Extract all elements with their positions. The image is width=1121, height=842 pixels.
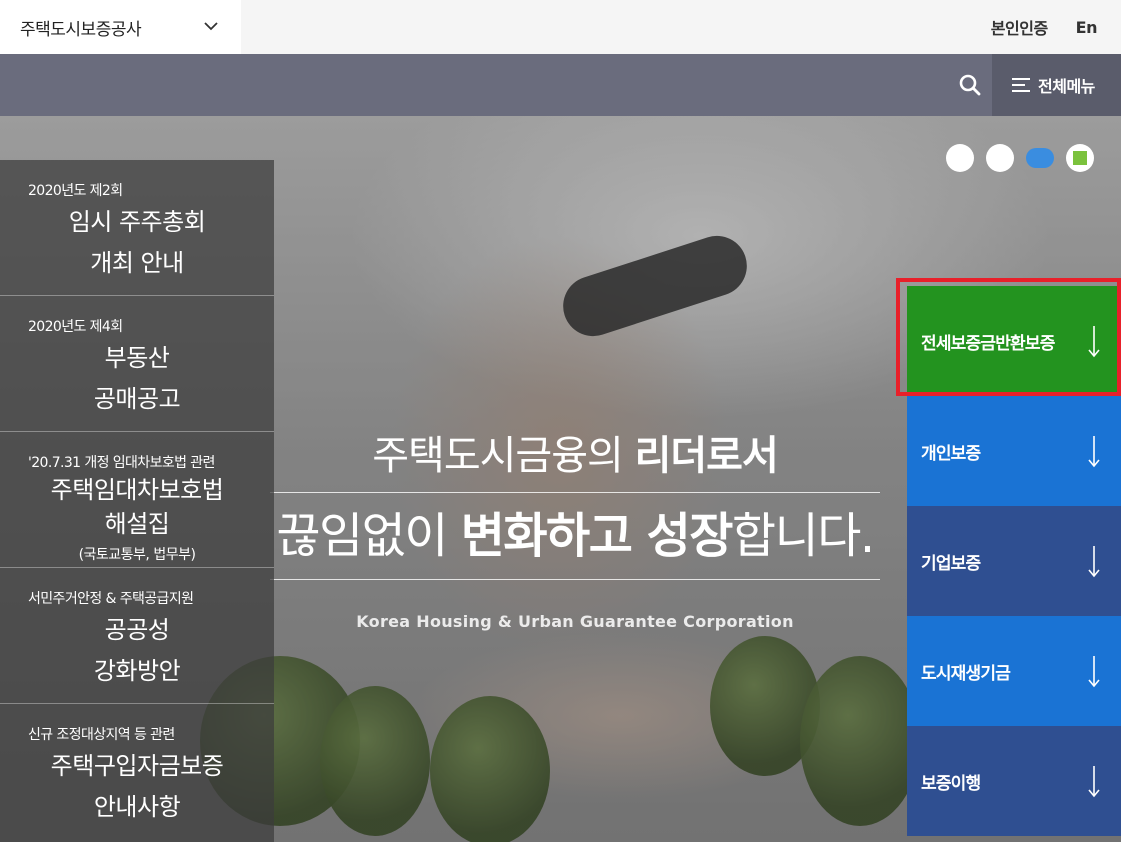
slogan-line-1-bold: 리더로서 xyxy=(634,433,779,479)
notice-kicker: 2020년도 제2회 xyxy=(28,183,123,199)
hero-subtitle: Korea Housing & Urban Guarantee Corporat… xyxy=(356,612,794,631)
stop-icon xyxy=(1073,151,1087,165)
all-menu-label: 전체메뉴 xyxy=(1038,77,1095,96)
quick-menu-label: 보증이행 xyxy=(921,773,981,794)
notice-title-line: 공공성 xyxy=(104,616,170,644)
slogan-line-2: 끊임없이 변화하고 성장합니다. xyxy=(270,501,880,571)
english-link[interactable]: En xyxy=(1076,18,1098,37)
slogan-line-2-text-c: 합니다. xyxy=(731,508,875,564)
utility-links: 본인인증 En xyxy=(991,0,1098,54)
notice-item[interactable]: 2020년도 제4회 부동산 공매공고 xyxy=(0,296,274,432)
slider-pause-button[interactable] xyxy=(1066,144,1094,172)
notice-title-line: 공매공고 xyxy=(93,385,181,413)
notice-item[interactable]: 서민주거안정 & 주택공급지원 공공성 강화방안 xyxy=(0,568,274,704)
notice-kicker: 2020년도 제4회 xyxy=(28,319,123,335)
quick-menu-label: 개인보증 xyxy=(921,443,981,464)
chevron-down-icon xyxy=(204,22,218,31)
slider-controls xyxy=(946,144,1094,172)
quick-menu-label: 도시재생기금 xyxy=(921,663,1011,684)
hero-slogan: 주택도시금융의 리더로서 끊임없이 변화하고 성장합니다. Korea Hous… xyxy=(270,428,880,631)
notice-title-line: 안내사항 xyxy=(93,793,181,821)
hamburger-icon xyxy=(1012,78,1030,92)
notice-title-line: 임시 주주총회 xyxy=(68,208,206,236)
notice-title-line: 부동산 xyxy=(104,344,170,372)
quick-menu-personal-guarantee[interactable]: 개인보증 xyxy=(907,396,1121,506)
quick-menu-jeonse-deposit-guarantee[interactable]: 전세보증금반환보증 xyxy=(907,286,1121,396)
quick-menu-guarantee-performance[interactable]: 보증이행 xyxy=(907,726,1121,836)
notice-title-line: 개최 안내 xyxy=(90,249,184,277)
org-site-select[interactable]: 주택도시보증공사 xyxy=(0,0,241,54)
org-select-value: 주택도시보증공사 xyxy=(20,19,142,40)
arrow-down-icon xyxy=(1088,656,1100,688)
notice-item[interactable]: '20.7.31 개정 임대차보호법 관련 주택임대차보호법 해설집 (국토교통… xyxy=(0,432,274,568)
quick-menu-corporate-guarantee[interactable]: 기업보증 xyxy=(907,506,1121,616)
notice-item[interactable]: 신규 조정대상지역 등 관련 주택구입자금보증 안내사항 xyxy=(0,704,274,842)
arrow-down-icon xyxy=(1088,436,1100,468)
notice-title-line: 강화방안 xyxy=(93,657,181,685)
hero-banner: 주택도시금융의 리더로서 끊임없이 변화하고 성장합니다. Korea Hous… xyxy=(0,116,1121,842)
slogan-line-1: 주택도시금융의 리더로서 xyxy=(270,428,880,484)
notice-title-line: 주택구입자금보증 xyxy=(50,752,224,780)
notice-title-line: 해설집 xyxy=(104,510,170,538)
page: 주택도시보증공사 본인인증 En 전체메뉴 주택도시금융의 리더로서 끊임없이 … xyxy=(0,0,1121,842)
notice-item[interactable]: 2020년도 제2회 임시 주주총회 개최 안내 xyxy=(0,160,274,296)
arrow-down-icon xyxy=(1088,546,1100,578)
main-nav-bar: 전체메뉴 xyxy=(0,54,1121,116)
notice-kicker: 신규 조정대상지역 등 관련 xyxy=(28,727,175,743)
slider-dot-active[interactable] xyxy=(1026,148,1054,168)
slider-dot[interactable] xyxy=(986,144,1014,172)
slogan-line-2-bold: 변화하고 성장 xyxy=(460,508,734,564)
all-menu-button[interactable]: 전체메뉴 xyxy=(992,54,1121,116)
notice-kicker: '20.7.31 개정 임대차보호법 관련 xyxy=(28,455,215,471)
notice-note: (국토교통부, 법무부) xyxy=(78,547,196,563)
slogan-line-2-text-a: 끊임없이 xyxy=(276,508,461,564)
self-auth-link[interactable]: 본인인증 xyxy=(991,15,1048,39)
search-button[interactable] xyxy=(948,54,992,116)
notice-kicker: 서민주거안정 & 주택공급지원 xyxy=(28,591,194,607)
quick-menu-label: 기업보증 xyxy=(921,553,981,574)
notice-panel: 2020년도 제2회 임시 주주총회 개최 안내 2020년도 제4회 부동산 … xyxy=(0,160,274,842)
search-icon xyxy=(959,74,981,96)
utility-bar: 주택도시보증공사 본인인증 En xyxy=(0,0,1121,54)
quick-menu-urban-regeneration-fund[interactable]: 도시재생기금 xyxy=(907,616,1121,726)
slider-dot[interactable] xyxy=(946,144,974,172)
quick-menu: 전세보증금반환보증 개인보증 기업보증 도시재생기금 보증이행 xyxy=(907,286,1121,836)
arrow-down-icon xyxy=(1088,766,1100,798)
quick-menu-label: 전세보증금반환보증 xyxy=(921,333,1055,354)
arrow-down-icon xyxy=(1088,326,1100,358)
slogan-line-1-text: 주택도시금융의 xyxy=(372,433,635,479)
slogan-divider xyxy=(270,492,880,493)
slogan-divider xyxy=(270,579,880,580)
